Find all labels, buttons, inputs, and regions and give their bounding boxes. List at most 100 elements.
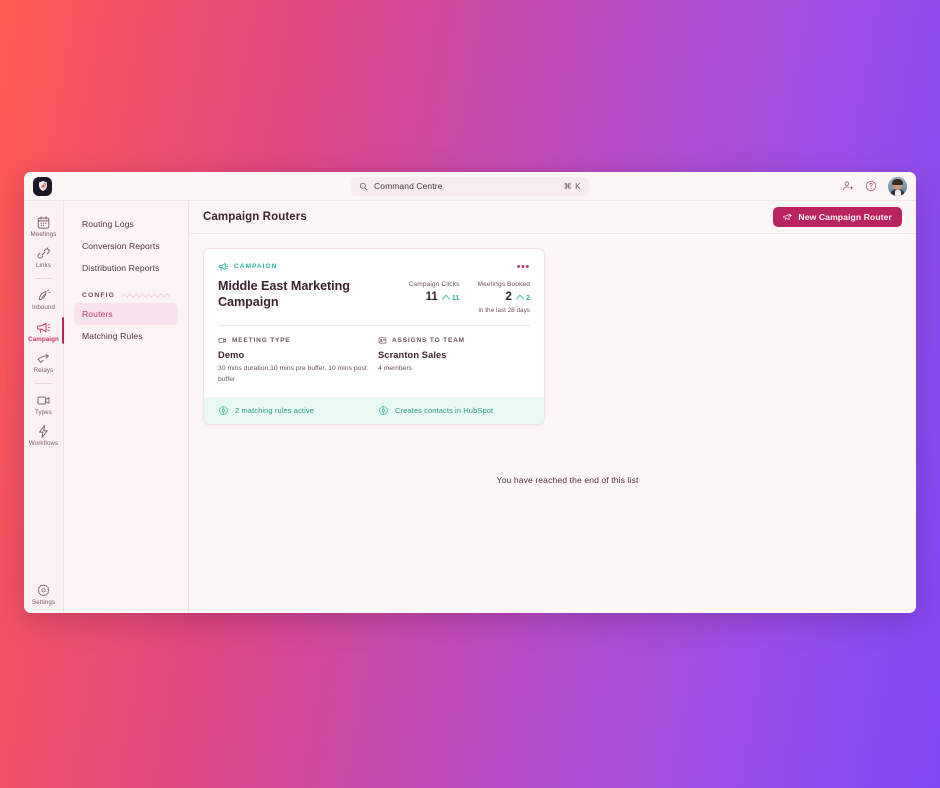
gear-icon bbox=[37, 584, 50, 596]
calendar-icon bbox=[37, 216, 50, 229]
card-footer: 2 matching rules active Creates contacts… bbox=[204, 397, 544, 425]
card-top: CAMPAIGN ••• Middle East Marketing Campa… bbox=[204, 249, 544, 314]
stat-value: 11 bbox=[425, 291, 438, 303]
target-icon bbox=[219, 406, 228, 415]
campaign-name: Middle East Marketing Campaign bbox=[218, 279, 350, 309]
sidebar-item-types[interactable]: Types bbox=[24, 388, 64, 419]
team-icon bbox=[378, 337, 387, 344]
sidebar-item-label: Workflows bbox=[28, 440, 59, 448]
subnav-item-routing-logs[interactable]: Routing Logs bbox=[74, 213, 178, 235]
stat-row: 11 11 bbox=[409, 291, 460, 303]
trend-up-icon bbox=[441, 294, 450, 300]
search-shortcut-hint: ⌘ K bbox=[563, 181, 581, 191]
relay-icon bbox=[37, 353, 49, 363]
app-window: Command Centre ⌘ K Meetings Links Inboun… bbox=[24, 172, 916, 613]
shield-rocket-logo-icon bbox=[38, 181, 47, 191]
avatar-hair bbox=[892, 178, 903, 185]
sidebar-item-label: Links bbox=[36, 262, 51, 270]
main-content: Campaign Routers New Campaign Router CAM… bbox=[189, 201, 916, 613]
new-campaign-router-button[interactable]: New Campaign Router bbox=[773, 207, 902, 227]
link-icon bbox=[37, 247, 51, 259]
card-tag-row: CAMPAIGN ••• bbox=[218, 261, 530, 272]
sidebar-item-links[interactable]: Links bbox=[24, 241, 64, 272]
detail-meeting-type: MEETING TYPE Demo 30 mins duration,10 mi… bbox=[218, 336, 370, 385]
video-camera-icon bbox=[37, 396, 50, 405]
zigzag-decoration-icon bbox=[121, 293, 170, 298]
main-header: Campaign Routers New Campaign Router bbox=[189, 201, 916, 234]
avatar[interactable] bbox=[888, 176, 907, 196]
rail-divider bbox=[35, 278, 52, 280]
sidebar-item-relays[interactable]: Relays bbox=[24, 346, 64, 377]
avatar-shirt bbox=[894, 189, 901, 196]
detail-header: MEETING TYPE bbox=[218, 336, 370, 345]
card-main-row: Middle East Marketing Campaign Campaign … bbox=[218, 279, 530, 314]
campaign-tag-label: CAMPAIGN bbox=[234, 263, 278, 270]
sidebar-item-campaign[interactable]: Campaign bbox=[24, 315, 64, 346]
new-campaign-router-label: New Campaign Router bbox=[798, 212, 892, 222]
add-user-icon[interactable] bbox=[842, 180, 854, 192]
card-details: MEETING TYPE Demo 30 mins duration,10 mi… bbox=[204, 326, 544, 397]
icon-rail: Meetings Links Inbound Campaign Relays T… bbox=[24, 201, 64, 613]
stat-delta: 11 bbox=[441, 292, 460, 302]
stat-label: Campaign Clicks bbox=[408, 281, 460, 288]
megaphone-plus-icon bbox=[783, 213, 793, 221]
subnav-group-label: CONFIG bbox=[82, 292, 116, 299]
sidebar-item-inbound[interactable]: Inbound bbox=[24, 283, 64, 314]
page-title: Campaign Routers bbox=[203, 211, 307, 223]
sidebar-item-label: Settings bbox=[31, 598, 56, 606]
megaphone-icon bbox=[37, 322, 51, 333]
stat-label: Meetings Booked bbox=[477, 281, 530, 288]
footer-label: 2 matching rules active bbox=[235, 406, 315, 416]
subnav-item-distribution-reports[interactable]: Distribution Reports bbox=[74, 257, 178, 279]
sidebar-item-settings[interactable]: Settings bbox=[24, 578, 64, 613]
sidebar-item-meetings[interactable]: Meetings bbox=[24, 210, 64, 241]
campaign-router-card[interactable]: CAMPAIGN ••• Middle East Marketing Campa… bbox=[203, 248, 545, 426]
team-sub: 4 members bbox=[378, 365, 412, 372]
sidebar-item-workflows[interactable]: Workflows bbox=[24, 419, 64, 450]
team-value: Scranton Sales bbox=[378, 350, 447, 360]
stat-meetings-booked: Meetings Booked 2 2 in the last 28 days bbox=[478, 281, 530, 314]
subnav-group-header: CONFIG bbox=[74, 292, 178, 299]
stat-delta-value: 11 bbox=[451, 292, 460, 302]
subnav-item-conversion-reports[interactable]: Conversion Reports bbox=[74, 235, 178, 257]
target-icon bbox=[379, 406, 388, 415]
stat-campaign-clicks: Campaign Clicks 11 11 bbox=[409, 281, 460, 314]
stat-delta: 2 bbox=[515, 292, 530, 302]
inbound-icon bbox=[38, 289, 51, 301]
stat-row: 2 2 bbox=[478, 291, 530, 303]
detail-header: ASSIGNS TO TEAM bbox=[378, 336, 530, 345]
stat-delta-value: 2 bbox=[525, 292, 530, 302]
end-of-list-message: You have reached the end of this list bbox=[496, 475, 639, 486]
search-icon bbox=[359, 182, 368, 190]
app-body: Meetings Links Inbound Campaign Relays T… bbox=[24, 201, 916, 613]
megaphone-icon bbox=[218, 262, 229, 271]
search-input[interactable]: Command Centre ⌘ K bbox=[351, 176, 589, 196]
subnav-item-matching-rules[interactable]: Matching Rules bbox=[74, 325, 178, 347]
meeting-type-value: Demo bbox=[218, 350, 245, 360]
detail-assigns-to-team: ASSIGNS TO TEAM Scranton Sales 4 members bbox=[378, 336, 530, 385]
secondary-nav: Routing Logs Conversion Reports Distribu… bbox=[64, 201, 189, 613]
sidebar-item-label: Campaign bbox=[28, 335, 59, 343]
search-input-text: Command Centre bbox=[374, 181, 443, 191]
router-list: CAMPAIGN ••• Middle East Marketing Campa… bbox=[189, 234, 916, 613]
campaign-tag: CAMPAIGN bbox=[218, 261, 277, 272]
sidebar-item-label: Meetings bbox=[30, 231, 57, 238]
footer-hubspot-contacts[interactable]: Creates contacts in HubSpot bbox=[378, 405, 530, 416]
video-camera-icon bbox=[218, 338, 227, 343]
top-bar: Command Centre ⌘ K bbox=[24, 172, 916, 201]
trend-up-icon bbox=[515, 294, 524, 300]
meeting-type-sub: 30 mins duration,10 mins pre buffer, 10 … bbox=[218, 365, 367, 383]
detail-header-label: ASSIGNS TO TEAM bbox=[392, 337, 465, 344]
card-stats: Campaign Clicks 11 11 Meetings Booked 2 … bbox=[409, 279, 530, 314]
footer-matching-rules[interactable]: 2 matching rules active bbox=[218, 405, 370, 416]
footer-label: Creates contacts in HubSpot bbox=[395, 406, 494, 416]
rail-divider bbox=[35, 383, 52, 385]
subnav-item-routers[interactable]: Routers bbox=[74, 303, 178, 325]
stats-timeframe-note: in the last 28 days bbox=[478, 307, 530, 314]
card-menu-button[interactable]: ••• bbox=[517, 261, 530, 272]
help-circle-icon[interactable] bbox=[865, 180, 877, 192]
sidebar-item-label: Types bbox=[34, 409, 52, 417]
shield-rocket-logo[interactable] bbox=[33, 176, 52, 196]
sidebar-item-label: Inbound bbox=[31, 304, 56, 312]
stat-value: 2 bbox=[505, 291, 512, 303]
